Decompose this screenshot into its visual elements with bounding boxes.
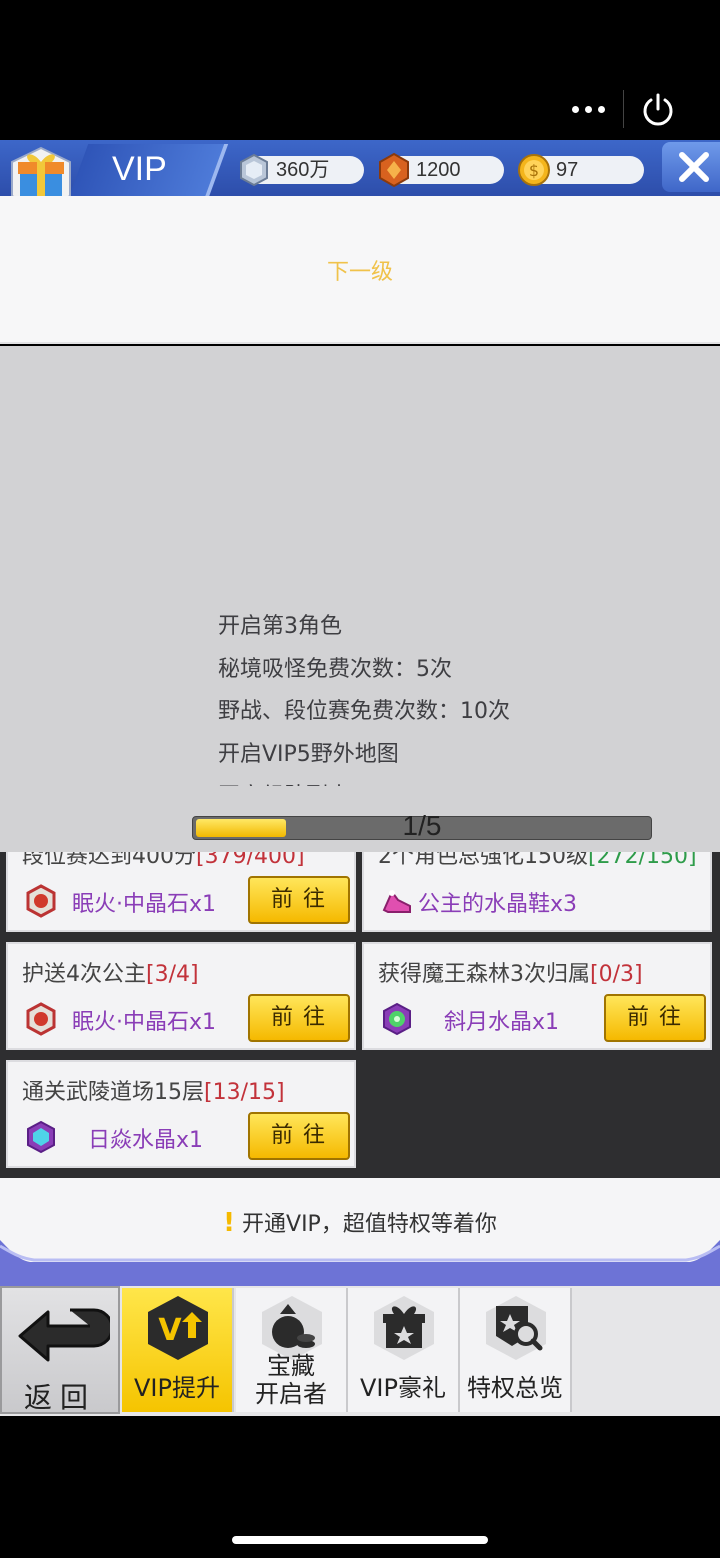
more-options-icon[interactable] [566,92,610,126]
green-crystal-icon [383,1002,411,1036]
task-card: 获得魔王森林3次归属[0/3] 斜月水晶x1 前往 [362,942,712,1050]
reward-name: 公主的水晶鞋x3 [418,892,578,917]
go-button[interactable]: 前往 [604,994,706,1042]
gift-icon [374,1296,434,1360]
privilege-search-icon [486,1296,546,1360]
reward-name: 斜月水晶x1 [444,1010,560,1035]
task-card: 段位赛达到400分[379/400] 眠火·中晶石x1 前往 [6,852,356,932]
task-title: 通关武陵道场15层[13/15] [22,1080,285,1105]
progress-text: 1/5 [402,810,442,841]
back-button[interactable]: 返回 [0,1286,120,1414]
exclamation-icon: ! [223,1208,236,1238]
tab-vip-gift[interactable]: VIP豪礼 [348,1288,460,1412]
currency-orange: 1200 [379,152,504,188]
go-button[interactable]: 前往 [248,994,350,1042]
perk-item: 野战、段位赛免费次数：10次 [218,699,510,724]
task-card: 通关武陵道场15层[13/15] 日焱水晶x1 前往 [6,1060,356,1168]
currency-silver: 360万 [240,153,364,187]
top-bar-divider [623,90,624,128]
svg-text:$: $ [529,161,539,180]
banner-wave [0,1240,720,1288]
purple-crystal-icon [27,1120,55,1154]
go-button[interactable]: 前往 [248,1112,350,1160]
task-card: 2个角色总强化150级[272/150] 公主的水晶鞋x3 [362,852,712,932]
go-button[interactable]: 前往 [248,876,350,924]
gold-coin-icon: $ [518,154,550,186]
silver-gem-icon [240,153,268,187]
tab-privilege-label: 特权总览 [467,1374,563,1402]
power-icon[interactable] [640,92,676,128]
orange-gem-icon [379,152,409,188]
currency-gold-value: 97 [556,159,579,181]
task-title: 2个角色总强化150级[272/150] [378,852,697,869]
perk-item: 秘境吸怪免费次数：5次 [218,656,452,682]
crystal-shoe-icon [382,890,411,913]
tab-vip-gift-label: VIP豪礼 [360,1374,446,1402]
task-title: 获得魔王森林3次归属[0/3] [378,962,643,987]
tab-treasure-label-line1: 宝藏 [267,1352,315,1380]
back-arrow-icon [18,1308,110,1362]
system-top-bar [0,0,720,140]
perk-item: 开启VIP5野外地图 [218,741,399,767]
svg-text:V: V [158,1313,182,1348]
banner-message: 开通VIP，超值特权等着你 [242,1212,497,1237]
reward-name: 眠火·中晶石x1 [72,892,217,917]
currency-gold: $ 97 [518,154,644,186]
tab-vip-upgrade[interactable]: V VIP提升 [122,1288,234,1412]
reward-name: 日焱水晶x1 [88,1128,204,1153]
tab-treasure-label-line2: 开启者 [255,1380,327,1408]
task-card: 护送4次公主[3/4] 眠火·中晶石x1 前往 [6,942,356,1050]
reward-name: 眠火·中晶石x1 [72,1010,217,1035]
currency-orange-value: 1200 [416,159,461,181]
tab-vip-upgrade-label: VIP提升 [134,1374,220,1402]
tab-treasure-opener[interactable]: 宝藏 开启者 [236,1288,348,1412]
perk-item: 开启组队副本 [218,776,678,786]
vip-upgrade-icon: V [148,1296,208,1360]
back-label: 返回 [23,1381,96,1414]
tasks-panel[interactable]: 段位赛达到400分[379/400] 眠火·中晶石x1 前往 2个角色总强化15… [0,852,720,1178]
home-indicator[interactable] [232,1536,488,1544]
currency-silver-value: 360万 [276,159,330,181]
perk-item: 开启第3角色 [218,614,342,639]
fire-crystal-icon [26,884,56,918]
close-button[interactable] [662,142,720,192]
vip-title: VIP [112,150,167,188]
task-title: 护送4次公主[3/4] [22,962,199,987]
next-level-label: 下一级 [326,260,393,285]
fire-crystal-icon [26,1002,56,1036]
banner-text: ! 开通VIP，超值特权等着你 [0,1206,720,1238]
perks-list[interactable]: 开启第3角色 秘境吸怪免费次数：5次 野战、段位赛免费次数：10次 开启VIP5… [218,606,678,786]
task-title: 段位赛达到400分[379/400] [22,852,305,869]
tab-privilege-overview[interactable]: 特权总览 [460,1288,572,1412]
close-icon [679,152,709,182]
